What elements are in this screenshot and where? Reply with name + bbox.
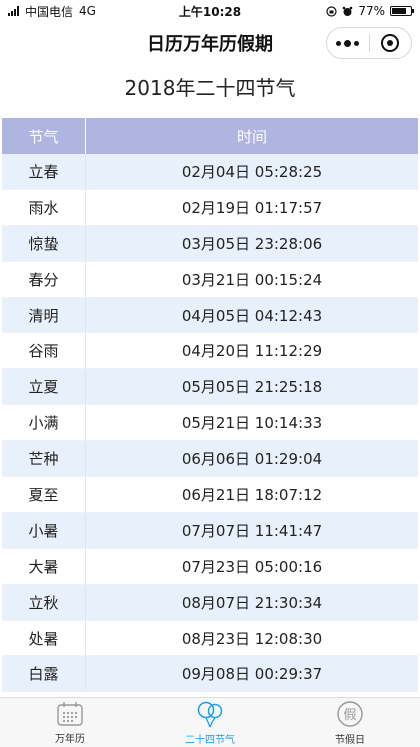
holiday-icon-glyph: 假 — [343, 708, 356, 723]
time-cell: 03月21日 00:15:24 — [181, 270, 323, 289]
time-cell: 06月06日 01:29:04 — [181, 450, 323, 469]
term-cell: 立春 — [2, 154, 86, 189]
tab-calendar[interactable]: 万年历 — [0, 698, 140, 747]
network-label: 4G — [79, 4, 96, 18]
table-row: 雨水 02月19日 01:17:57 — [2, 189, 418, 226]
term-cell: 立夏 — [2, 369, 86, 405]
table-row: 立秋 08月07日 21:30:34 — [2, 584, 418, 621]
term-cell: 处暑 — [2, 620, 86, 656]
term-cell: 春分 — [2, 261, 86, 297]
more-button[interactable] — [327, 28, 369, 58]
time-cell: 04月20日 11:12:29 — [181, 342, 323, 361]
table-row: 芒种 06月06日 01:29:04 — [2, 441, 418, 478]
time-cell: 08月07日 21:30:34 — [181, 593, 323, 612]
battery-icon — [390, 6, 414, 16]
time-cell: 05月21日 10:14:33 — [181, 414, 323, 433]
page-title: 2018年二十四节气 — [124, 76, 296, 100]
nav-bar: 日历万年历假期 — [0, 22, 420, 64]
table-row: 立夏 05月05日 21:25:18 — [2, 369, 418, 406]
term-cell: 立秋 — [2, 584, 86, 620]
time-cell: 02月04日 05:28:25 — [181, 162, 323, 181]
table-row: 小暑 07月07日 11:41:47 — [2, 512, 418, 549]
rotation-lock-icon — [326, 5, 337, 17]
table-row: 谷雨 04月20日 11:12:29 — [2, 333, 418, 370]
alarm-icon — [343, 6, 353, 16]
holiday-icon: 假 — [337, 700, 363, 727]
table-body: 立春 02月04日 05:28:25 雨水 02月19日 01:17:57 惊蛰 03月0… — [2, 154, 418, 693]
time-cell: 06月21日 18:07:12 — [181, 485, 323, 504]
tab-solar-terms[interactable]: 二十四节气 — [140, 698, 280, 747]
carrier-label: 中国电信 — [25, 4, 74, 19]
header-term: 节气 — [2, 118, 86, 154]
term-cell: 夏至 — [2, 477, 86, 512]
time-cell: 02月19日 01:17:57 — [181, 198, 323, 217]
mini-program-capsule — [326, 27, 412, 59]
table-row: 白露 09月08日 00:29:37 — [2, 656, 418, 693]
nav-title: 日历万年历假期 — [147, 34, 273, 55]
calendar-icon — [57, 701, 83, 726]
table-row: 立春 02月04日 05:28:25 — [2, 154, 418, 190]
table-row: 小满 05月21日 10:14:33 — [2, 405, 418, 442]
time-cell: 04月05日 04:12:43 — [181, 306, 323, 325]
table-row: 大暑 07月23日 05:00:16 — [2, 548, 418, 585]
balloons-icon — [197, 701, 223, 727]
table-row: 夏至 06月21日 18:07:12 — [2, 477, 418, 513]
close-mini-program-button[interactable] — [370, 28, 412, 58]
term-cell: 小暑 — [2, 512, 86, 548]
status-right: 77% — [326, 4, 414, 18]
table-row: 惊蛰 03月05日 23:28:06 — [2, 225, 418, 262]
term-cell: 小满 — [2, 405, 86, 441]
time-cell: 07月23日 05:00:16 — [181, 557, 323, 576]
header-time: 时间 — [236, 127, 267, 146]
time-cell: 05月05日 21:25:18 — [181, 378, 323, 397]
battery-fill — [392, 8, 406, 14]
time-cell: 07月07日 11:41:47 — [181, 521, 323, 540]
term-cell: 惊蛰 — [2, 225, 86, 261]
term-cell: 大暑 — [2, 548, 86, 584]
tab-solar-terms-label: 二十四节气 — [185, 734, 235, 746]
more-icon — [336, 39, 360, 47]
table-header: 节气 时间 — [2, 118, 418, 154]
term-cell: 芒种 — [2, 441, 86, 477]
tab-holidays[interactable]: 假 节假日 — [280, 698, 420, 747]
time-cell: 03月05日 23:28:06 — [181, 234, 323, 253]
term-cell: 清明 — [2, 297, 86, 333]
time-cell: 08月23日 12:08:30 — [181, 629, 323, 648]
signal-icon — [8, 6, 19, 16]
term-cell: 白露 — [2, 656, 86, 692]
time-cell: 09月08日 00:29:37 — [181, 665, 323, 684]
table-row: 清明 04月05日 04:12:43 — [2, 297, 418, 334]
table-row: 春分 03月21日 00:15:24 — [2, 261, 418, 298]
target-icon — [381, 34, 400, 52]
status-bar: 中国电信 4G 上午10:28 77% — [0, 0, 420, 22]
solar-terms-table: 节气 时间 立春 02月04日 05:28:25 雨水 02月19日 01:17:57… — [2, 118, 418, 693]
table-row: 处暑 08月23日 12:08:30 — [2, 620, 418, 657]
tab-calendar-label: 万年历 — [55, 733, 85, 745]
term-cell: 雨水 — [2, 189, 86, 225]
term-cell: 谷雨 — [2, 333, 86, 369]
status-left: 中国电信 4G — [8, 3, 96, 20]
tab-holidays-label: 节假日 — [335, 734, 365, 746]
tab-bar: 万年历 二十四节气 假 节假日 — [0, 697, 420, 747]
battery-percent: 77% — [358, 4, 385, 18]
